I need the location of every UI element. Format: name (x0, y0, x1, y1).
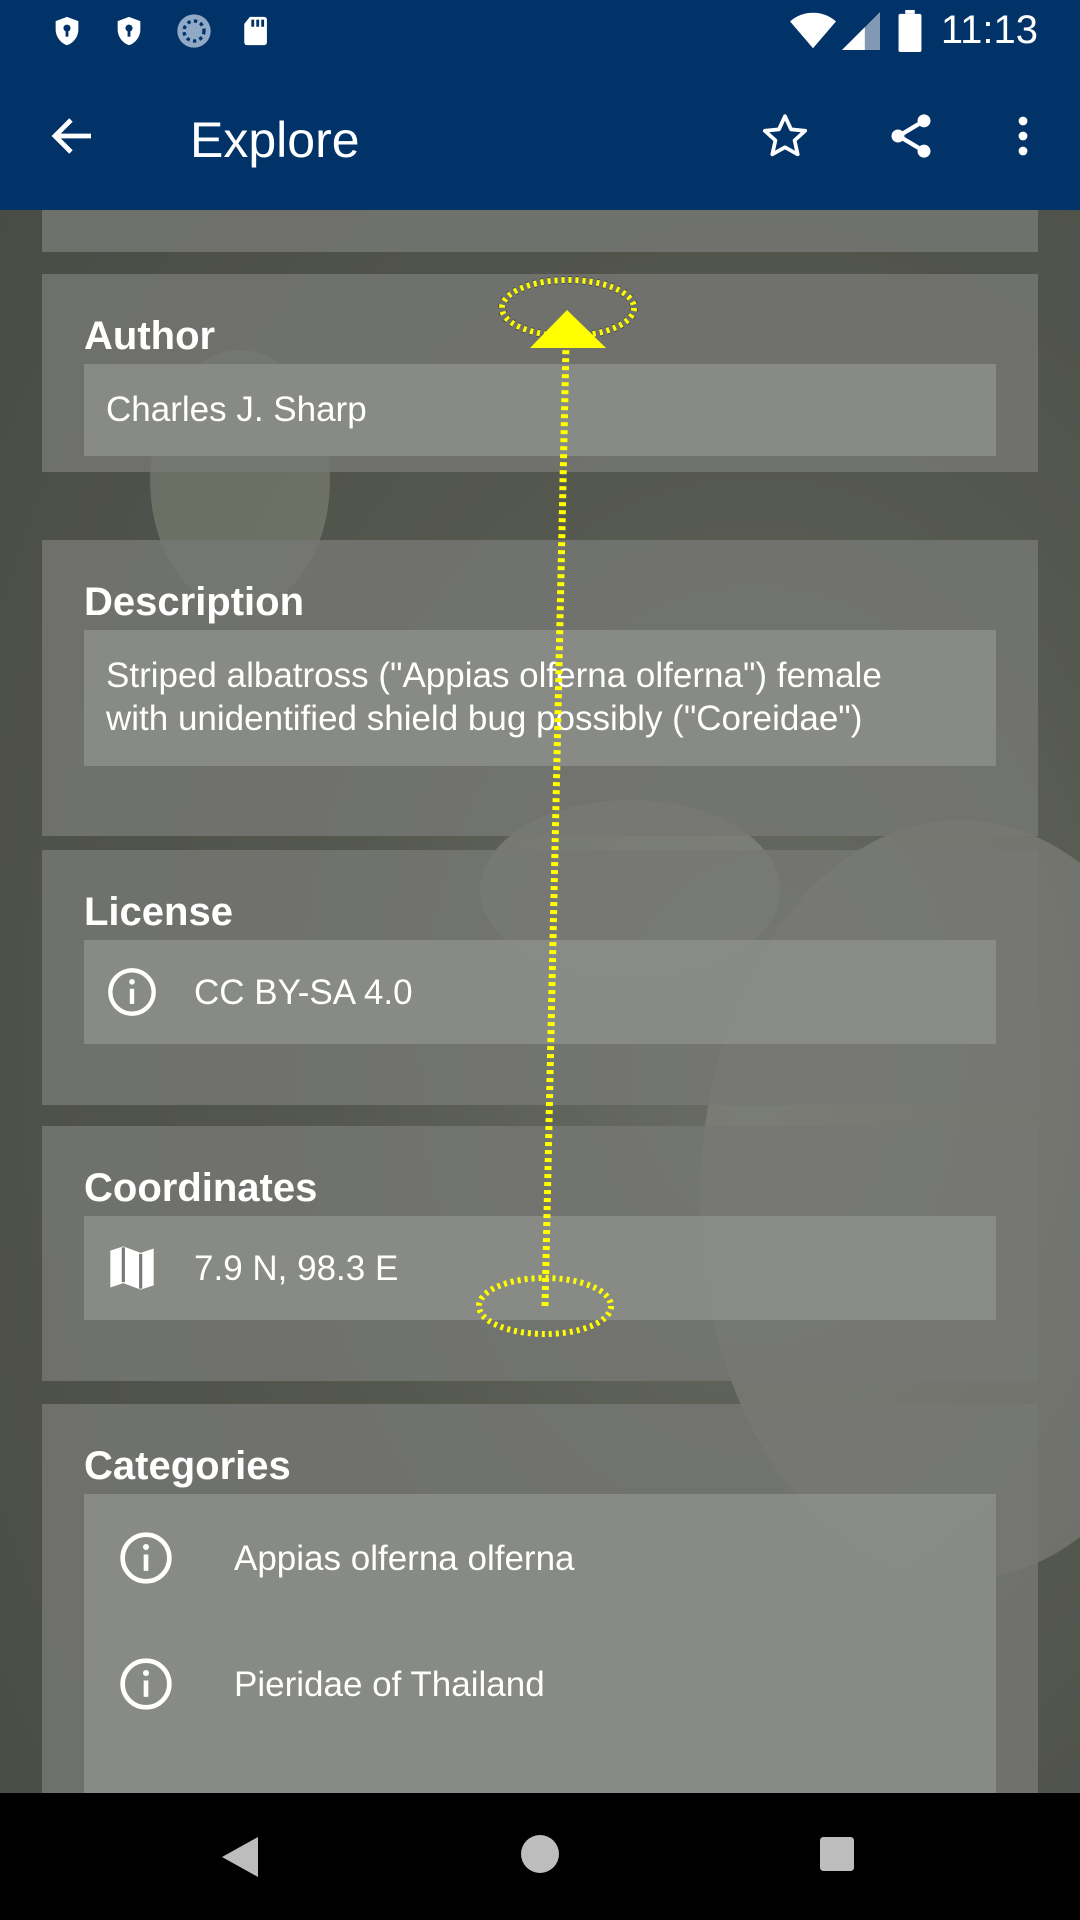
back-triangle-icon[interactable] (222, 1837, 258, 1877)
back-arrow-icon (51, 118, 91, 154)
coordinates-title: Coordinates (84, 1166, 318, 1210)
license-title: License (84, 890, 233, 934)
info-icon (120, 1532, 172, 1584)
home-circle-icon[interactable] (521, 1835, 559, 1873)
star-icon (762, 114, 808, 157)
status-bar: 11:13 (0, 0, 1080, 63)
description-line-1: Striped albatross ("Appias olferna olfer… (106, 656, 882, 695)
author-field[interactable]: Charles J. Sharp (84, 364, 996, 456)
author-value: Charles J. Sharp (106, 390, 367, 429)
more-vert-icon (1018, 116, 1028, 156)
recents-square-icon[interactable] (820, 1837, 854, 1871)
coordinates-value: 7.9 N, 98.3 E (194, 1249, 399, 1288)
description-card: Description Striped albatross ("Appias o… (42, 540, 1038, 836)
map-icon (110, 1246, 154, 1290)
categories-card: Categories Appias olferna olferna Pierid… (42, 1404, 1038, 1793)
description-line-2: with unidentified shield bug possibly ("… (106, 699, 863, 738)
previous-card (42, 210, 1038, 252)
page-title: Explore (190, 112, 360, 168)
license-value: CC BY-SA 4.0 (194, 973, 413, 1012)
cell-signal-icon (842, 12, 880, 50)
categories-title: Categories (84, 1444, 291, 1488)
bookmark-button[interactable] (750, 101, 820, 171)
info-icon (108, 968, 156, 1016)
details-content[interactable]: Author Charles J. Sharp Description Stri… (0, 210, 1080, 1793)
info-icon (120, 1658, 172, 1710)
system-nav-bar (0, 1793, 1080, 1920)
coordinates-card: Coordinates 7.9 N, 98.3 E (42, 1126, 1038, 1381)
license-card: License CC BY-SA 4.0 (42, 850, 1038, 1105)
share-icon (891, 114, 931, 158)
categories-list: Appias olferna olferna Pieridae of Thail… (84, 1494, 996, 1793)
share-button[interactable] (876, 101, 946, 171)
category-item[interactable]: Pieridae of Thailand (84, 1620, 996, 1746)
category-item[interactable]: Appias olferna olferna (84, 1494, 996, 1620)
sd-card-icon (244, 16, 267, 46)
license-field[interactable]: CC BY-SA 4.0 (84, 940, 996, 1044)
category-label: Pieridae of Thailand (234, 1665, 545, 1704)
shield-icon (55, 16, 79, 46)
more-options-button[interactable] (988, 101, 1058, 171)
wifi-icon (790, 12, 836, 49)
description-field[interactable]: Striped albatross ("Appias olferna olfer… (84, 630, 996, 766)
sync-circle-icon (177, 14, 211, 48)
coordinates-field[interactable]: 7.9 N, 98.3 E (84, 1216, 996, 1320)
app-bar: Explore (0, 63, 1080, 210)
author-title: Author (84, 314, 216, 358)
category-label: Appias olferna olferna (234, 1539, 575, 1578)
battery-icon (898, 10, 922, 52)
description-title: Description (84, 580, 305, 624)
back-button[interactable] (38, 101, 108, 171)
author-card: Author Charles J. Sharp (42, 274, 1038, 472)
status-time: 11:13 (940, 8, 1038, 52)
shield-icon (117, 16, 141, 46)
